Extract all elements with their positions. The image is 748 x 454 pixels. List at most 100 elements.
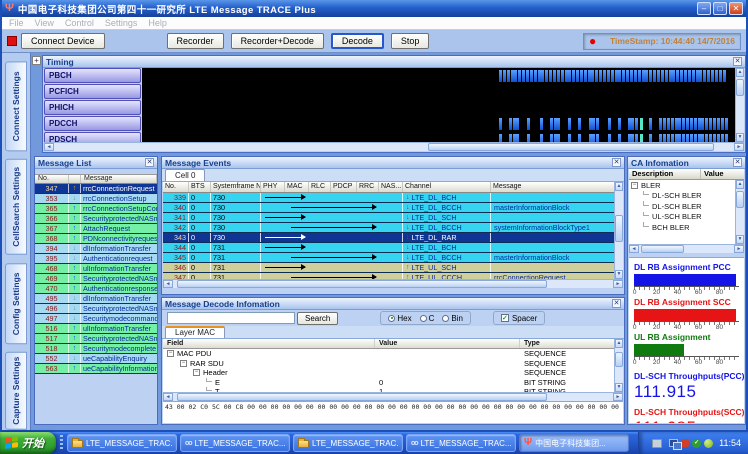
scroll-left-icon[interactable]: ◄ bbox=[163, 280, 173, 288]
scroll-down-icon[interactable]: ▼ bbox=[736, 133, 744, 142]
message-list-row[interactable]: 497↓Securitymodecommand bbox=[35, 314, 157, 324]
scroll-thumb[interactable] bbox=[641, 245, 684, 253]
scroll-up-icon[interactable]: ▲ bbox=[736, 68, 744, 77]
search-input[interactable] bbox=[167, 312, 295, 324]
message-list-row[interactable]: 347↑rrcConnectionRequest bbox=[35, 184, 157, 194]
message-list-row[interactable]: 366↑SecurityprotectedNASme bbox=[35, 214, 157, 224]
timing-close-icon[interactable]: ✕ bbox=[733, 57, 742, 66]
search-button[interactable]: Search bbox=[297, 312, 338, 325]
menu-item-help[interactable]: Help bbox=[148, 18, 167, 28]
scroll-right-icon[interactable]: ► bbox=[613, 393, 623, 401]
events-row[interactable]: 3420730↓LTE_DL_BCCHsystemInformationBloc… bbox=[163, 223, 614, 233]
events-row[interactable]: 3440731↓LTE_DL_BCH bbox=[163, 243, 614, 253]
scroll-thumb[interactable] bbox=[177, 393, 547, 401]
scroll-right-icon[interactable]: ► bbox=[613, 280, 623, 288]
device-icon[interactable] bbox=[652, 439, 662, 448]
taskbar-item[interactable]: Ψ中国电子科技集团... bbox=[519, 434, 629, 452]
sidebar-tab-config-settings[interactable]: Config Settings bbox=[5, 263, 27, 344]
timing-channel-pbch[interactable]: PBCH bbox=[44, 68, 141, 83]
scroll-up-icon[interactable]: ▲ bbox=[615, 339, 623, 348]
recorder-button[interactable]: Recorder bbox=[167, 33, 224, 49]
decode-row[interactable]: −RAR SDUSEQUENCE bbox=[163, 359, 614, 369]
menu-item-view[interactable]: View bbox=[35, 18, 54, 28]
taskbar-item[interactable]: ooLTE_MESSAGE_TRAC... bbox=[180, 434, 290, 452]
sidebar-tab-capture-settings[interactable]: Capture Settings bbox=[5, 352, 27, 430]
message-list-row[interactable]: 367↑AttachRequest bbox=[35, 224, 157, 234]
scroll-right-icon[interactable]: ► bbox=[734, 245, 744, 253]
timing-channel-pcfich[interactable]: PCFICH bbox=[44, 84, 141, 99]
timing-channel-pdcch[interactable]: PDCCH bbox=[44, 116, 141, 131]
ca-tree-row[interactable]: DL-SCH BLER bbox=[629, 201, 735, 212]
decode-button[interactable]: Decode bbox=[331, 33, 384, 49]
message-list-row[interactable]: 563↑ueCapabilityInformation bbox=[35, 364, 157, 374]
expand-tree-icon[interactable]: + bbox=[32, 56, 41, 65]
taskbar-item[interactable]: LTE_MESSAGE_TRAC... bbox=[293, 434, 403, 452]
events-row[interactable]: 3400730↓LTE_DL_BCCHmasterInformationBloc… bbox=[163, 203, 614, 213]
radio-bin[interactable]: Bin bbox=[442, 314, 463, 323]
scroll-thumb[interactable] bbox=[615, 215, 623, 243]
collapse-icon[interactable]: − bbox=[193, 369, 200, 376]
message-list-row[interactable]: 517↑SecurityprotectedNASme bbox=[35, 334, 157, 344]
recorder-decode-button[interactable]: Recorder+Decode bbox=[231, 33, 324, 49]
message-list-row[interactable]: 469↑SecurityprotectedNASme bbox=[35, 274, 157, 284]
message-list-row[interactable]: 394↓dlInformationTransfer bbox=[35, 244, 157, 254]
scroll-thumb[interactable] bbox=[615, 352, 623, 368]
scroll-down-icon[interactable]: ▼ bbox=[615, 270, 623, 279]
scroll-thumb[interactable] bbox=[736, 191, 744, 208]
ca-tree-row[interactable]: −BLER bbox=[629, 180, 735, 191]
timing-channel-phich[interactable]: PHICH bbox=[44, 100, 141, 115]
message-list-row[interactable]: 395↓Authenticationrequest bbox=[35, 254, 157, 264]
sidebar-tab-connect-settings[interactable]: Connect Settings bbox=[5, 61, 27, 151]
alert-icon[interactable] bbox=[681, 439, 689, 447]
events-row[interactable]: 3410730↓LTE_DL_SCH bbox=[163, 213, 614, 223]
menu-item-file[interactable]: File bbox=[9, 18, 24, 28]
radio-c[interactable]: C bbox=[420, 314, 435, 323]
scroll-right-icon[interactable]: ► bbox=[734, 143, 744, 151]
quicklaunch-divider[interactable] bbox=[60, 435, 63, 451]
events-row[interactable]: 3450731↓LTE_DL_BCCHmasterInformationBloc… bbox=[163, 253, 614, 263]
collapse-icon[interactable]: − bbox=[167, 350, 174, 357]
scroll-left-icon[interactable]: ◄ bbox=[44, 143, 54, 151]
radio-hex[interactable]: Hex bbox=[388, 314, 411, 323]
message-list-row[interactable]: 518↑Securitymodecomplete bbox=[35, 344, 157, 354]
ca-close-icon[interactable]: ✕ bbox=[733, 158, 742, 167]
menu-item-control[interactable]: Control bbox=[65, 18, 94, 28]
message-decode-close-icon[interactable]: ✕ bbox=[612, 299, 621, 308]
message-events-close-icon[interactable]: ✕ bbox=[612, 158, 621, 167]
message-list-row[interactable]: 495↓dlInformationTransfer bbox=[35, 294, 157, 304]
decode-row[interactable]: −MAC PDUSEQUENCE bbox=[163, 349, 614, 359]
update-icon[interactable] bbox=[704, 439, 713, 448]
ca-tree-row[interactable]: UL-SCH BLER bbox=[629, 212, 735, 223]
events-row[interactable]: 3430730↓LTE_DL_RAR bbox=[163, 233, 614, 243]
message-list-row[interactable]: 365↑rrcConnectionSetupComp bbox=[35, 204, 157, 214]
ca-tree-row[interactable]: BCH BLER bbox=[629, 222, 735, 233]
message-list-row[interactable]: 353↓rrcConnectionSetup bbox=[35, 194, 157, 204]
decode-row[interactable]: E0BIT STRING bbox=[163, 378, 614, 388]
message-list-row[interactable]: 516↑ulInformationTransfer bbox=[35, 324, 157, 334]
decode-row[interactable]: −HeaderSEQUENCE bbox=[163, 368, 614, 378]
taskbar-item[interactable]: LTE_MESSAGE_TRAC... bbox=[67, 434, 177, 452]
message-list-row[interactable]: 496↓SecurityprotectedNASme bbox=[35, 304, 157, 314]
events-row[interactable]: 3390730↓LTE_DL_BCH bbox=[163, 193, 614, 203]
scroll-down-icon[interactable]: ▼ bbox=[615, 383, 623, 392]
stop-button[interactable]: Stop bbox=[391, 33, 430, 49]
close-button[interactable]: ✕ bbox=[729, 2, 743, 15]
scroll-down-icon[interactable]: ▼ bbox=[736, 235, 744, 244]
timing-channel-pdsch[interactable]: PDSCH bbox=[44, 132, 141, 142]
ca-tree-row[interactable]: DL-SCH BLER bbox=[629, 191, 735, 202]
taskbar-item[interactable]: ooLTE_MESSAGE_TRAC... bbox=[406, 434, 516, 452]
shield-icon[interactable]: ✓ bbox=[692, 439, 701, 448]
sidebar-tab-cellsearch-settings[interactable]: CellSearch Settings bbox=[5, 159, 27, 255]
connect-device-button[interactable]: Connect Device bbox=[21, 33, 105, 49]
events-row[interactable]: 3460731↑LTE_UL_SCH bbox=[163, 263, 614, 273]
scroll-left-icon[interactable]: ◄ bbox=[629, 245, 639, 253]
network-icon[interactable] bbox=[669, 439, 678, 447]
maximize-button[interactable]: □ bbox=[713, 2, 727, 15]
collapse-icon[interactable]: − bbox=[631, 182, 638, 189]
spacer-checkbox[interactable]: ✓ Spacer bbox=[501, 314, 537, 323]
message-list-close-icon[interactable]: ✕ bbox=[145, 158, 154, 167]
message-list-row[interactable]: 468↑ulInformationTransfer bbox=[35, 264, 157, 274]
start-button[interactable]: 开始 bbox=[0, 432, 56, 454]
tab-layer-mac[interactable]: Layer MAC bbox=[165, 326, 225, 338]
tab-cell-0[interactable]: Cell 0 bbox=[165, 169, 205, 181]
